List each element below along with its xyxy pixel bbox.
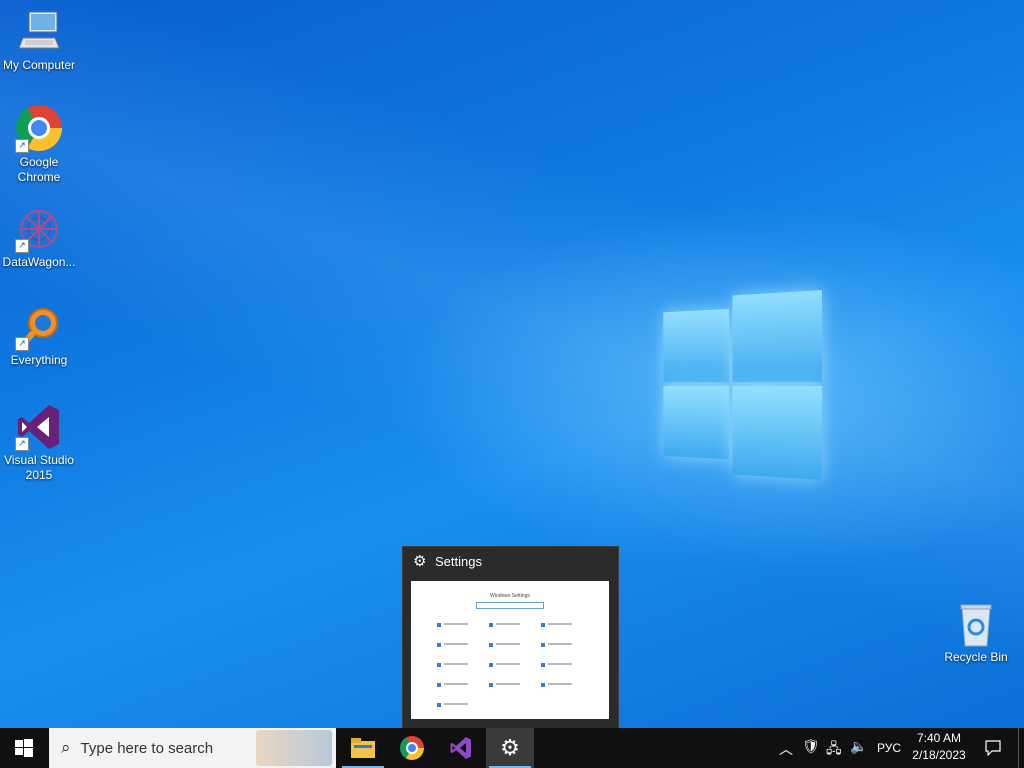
visual-studio-icon: ↗	[15, 403, 63, 451]
windows-logo-wallpaper	[663, 290, 822, 480]
volume-icon[interactable]: 🔈	[850, 738, 867, 755]
shortcut-arrow-icon: ↗	[15, 437, 29, 451]
taskbar-visual-studio[interactable]	[437, 728, 485, 768]
notification-icon	[985, 740, 1001, 756]
desktop-icon-visual-studio[interactable]: ↗ Visual Studio 2015	[0, 403, 78, 483]
visual-studio-icon	[450, 737, 471, 759]
computer-icon	[15, 8, 63, 56]
desktop-background: My Computer ↗ Google Chrome ↗ DataWagon.…	[0, 0, 1024, 728]
taskbar-settings[interactable]: ⚙	[486, 728, 534, 768]
datawagon-icon: ↗	[15, 205, 63, 253]
chrome-icon	[400, 736, 424, 760]
desktop-icon-everything[interactable]: ↗ Everything	[0, 303, 78, 368]
desktop-icon-label: Visual Studio 2015	[4, 453, 74, 482]
desktop-icon-label: Recycle Bin	[944, 650, 1008, 664]
shortcut-arrow-icon: ↗	[15, 337, 29, 351]
desktop-icon-label: DataWagon...	[2, 255, 76, 269]
desktop-icon-google-chrome[interactable]: ↗ Google Chrome	[0, 105, 78, 185]
clock[interactable]: 7:40 AM 2/18/2023	[906, 731, 972, 762]
desktop-icon-label: Everything	[10, 353, 68, 367]
chrome-icon: ↗	[15, 105, 63, 153]
folder-icon	[351, 738, 375, 758]
search-highlight-illustration-icon	[256, 730, 332, 766]
taskbar: ⌕ Type here to search ⚙ ︿ 🛡 🖧 🔈 РУС 7:40…	[0, 728, 1024, 768]
desktop-icon-datawagon[interactable]: ↗ DataWagon...	[0, 205, 78, 270]
windows-start-icon	[15, 739, 33, 757]
start-button[interactable]	[0, 728, 48, 768]
show-hidden-icons-chevron-icon[interactable]: ︿	[779, 739, 793, 759]
gear-icon: ⚙	[500, 735, 520, 760]
search-icon: ⌕	[61, 738, 71, 757]
network-icon[interactable]: 🖧	[826, 738, 842, 762]
desktop-icon-label: Google Chrome	[17, 155, 61, 184]
desktop-icon-recycle-bin[interactable]: Recycle Bin	[936, 600, 1016, 665]
search-placeholder: Type here to search	[80, 739, 214, 757]
settings-thumbnail[interactable]: Windows Settings	[411, 581, 609, 719]
clock-time: 7:40 AM	[916, 731, 962, 745]
recycle-bin-icon	[952, 600, 1000, 648]
security-status-icon[interactable]: 🛡	[802, 738, 820, 755]
language-indicator[interactable]: РУС	[877, 741, 901, 755]
settings-window-preview[interactable]: ⚙ Settings Windows Settings	[402, 546, 619, 728]
thumbnail-search-box	[476, 602, 544, 609]
gear-icon: ⚙	[413, 553, 427, 570]
taskbar-search-box[interactable]: ⌕ Type here to search	[49, 728, 336, 768]
desktop-icon-label: My Computer	[2, 58, 76, 72]
shortcut-arrow-icon: ↗	[15, 139, 29, 153]
shortcut-arrow-icon: ↗	[15, 239, 29, 253]
desktop-icon-my-computer[interactable]: My Computer	[0, 8, 78, 73]
everything-search-icon: ↗	[15, 303, 63, 351]
taskbar-google-chrome[interactable]	[388, 728, 436, 768]
clock-date: 2/18/2023	[912, 748, 966, 762]
taskbar-file-explorer[interactable]	[339, 728, 387, 768]
preview-title: Settings	[435, 554, 482, 569]
show-desktop-button[interactable]	[1018, 728, 1024, 768]
thumbnail-heading: Windows Settings	[490, 593, 530, 599]
action-center-button[interactable]	[978, 728, 1008, 768]
thumbnail-settings-grid	[437, 623, 572, 707]
